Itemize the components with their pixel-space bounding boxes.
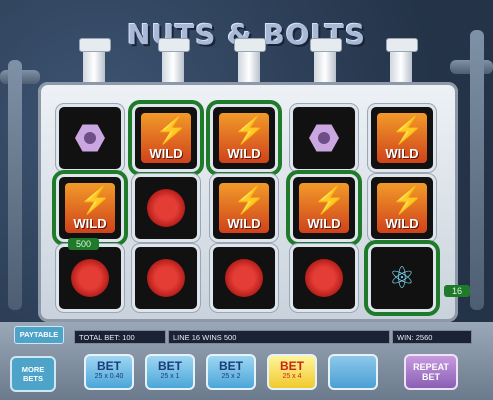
wild-symbol: ⚡ WILD (377, 183, 427, 233)
gear-symbol (225, 259, 263, 297)
reel-cell (132, 244, 200, 312)
gear-symbol (71, 259, 109, 297)
wild-symbol: ⚡ WILD (377, 113, 427, 163)
wild-symbol: ⚡ WILD (299, 183, 349, 233)
post-3 (234, 38, 266, 86)
atom-symbol: ⚛ (388, 261, 416, 295)
reel-cell: ⚡ WILD (368, 104, 436, 172)
reel-cell: ⚡ WILD (290, 174, 358, 242)
bet-button-1[interactable]: BET 25 x 0.40 (84, 354, 134, 390)
reel-cell (290, 104, 358, 172)
reel-cell: ⚡ WILD (132, 104, 200, 172)
win-value-badge: 500 (68, 238, 100, 250)
payline-number: 16 (444, 285, 471, 297)
reel-cell: ⚡ WILD (368, 174, 436, 242)
more-bets-button[interactable]: MORE BETS (10, 356, 56, 392)
reel-cell: ⚡ WILD (210, 174, 278, 242)
reel-cell (290, 244, 358, 312)
gear-symbol (147, 189, 185, 227)
bet-button-5[interactable] (328, 354, 378, 390)
post-4 (310, 38, 342, 86)
reel-cell: ⚡ WILD (56, 174, 124, 242)
total-bet-display: TOTAL BET: 100 (74, 330, 166, 344)
pipe-vertical-left (8, 60, 22, 310)
line-win-display: LINE 16 WINS 500 (168, 330, 390, 344)
wild-symbol: ⚡ WILD (65, 183, 115, 233)
reel-cell: ⚛ (368, 244, 436, 312)
bet-button-3[interactable]: BET 25 x 2 (206, 354, 256, 390)
post-2 (158, 38, 190, 86)
post-1 (79, 38, 111, 86)
wild-symbol: ⚡ WILD (141, 113, 191, 163)
paytable-button[interactable]: PAYTABLE (14, 326, 64, 344)
repeat-bet-button[interactable]: REPEAT BET (404, 354, 458, 390)
reel-cell (56, 104, 124, 172)
nut-symbol (75, 124, 105, 152)
reel-cell: ⚡ WILD (210, 104, 278, 172)
pipe-vertical-right (470, 30, 484, 310)
gear-symbol (305, 259, 343, 297)
gear-symbol (147, 259, 185, 297)
wild-symbol: ⚡ WILD (219, 183, 269, 233)
reel-cell (56, 244, 124, 312)
post-5 (386, 38, 418, 86)
bet-button-4-selected[interactable]: BET 25 x 4 (267, 354, 317, 390)
wild-symbol: ⚡ WILD (219, 113, 269, 163)
bet-button-2[interactable]: BET 25 x 1 (145, 354, 195, 390)
win-display: WIN: 2560 (392, 330, 472, 344)
nut-symbol (309, 124, 339, 152)
reel-cell (210, 244, 278, 312)
reel-cell (132, 174, 200, 242)
